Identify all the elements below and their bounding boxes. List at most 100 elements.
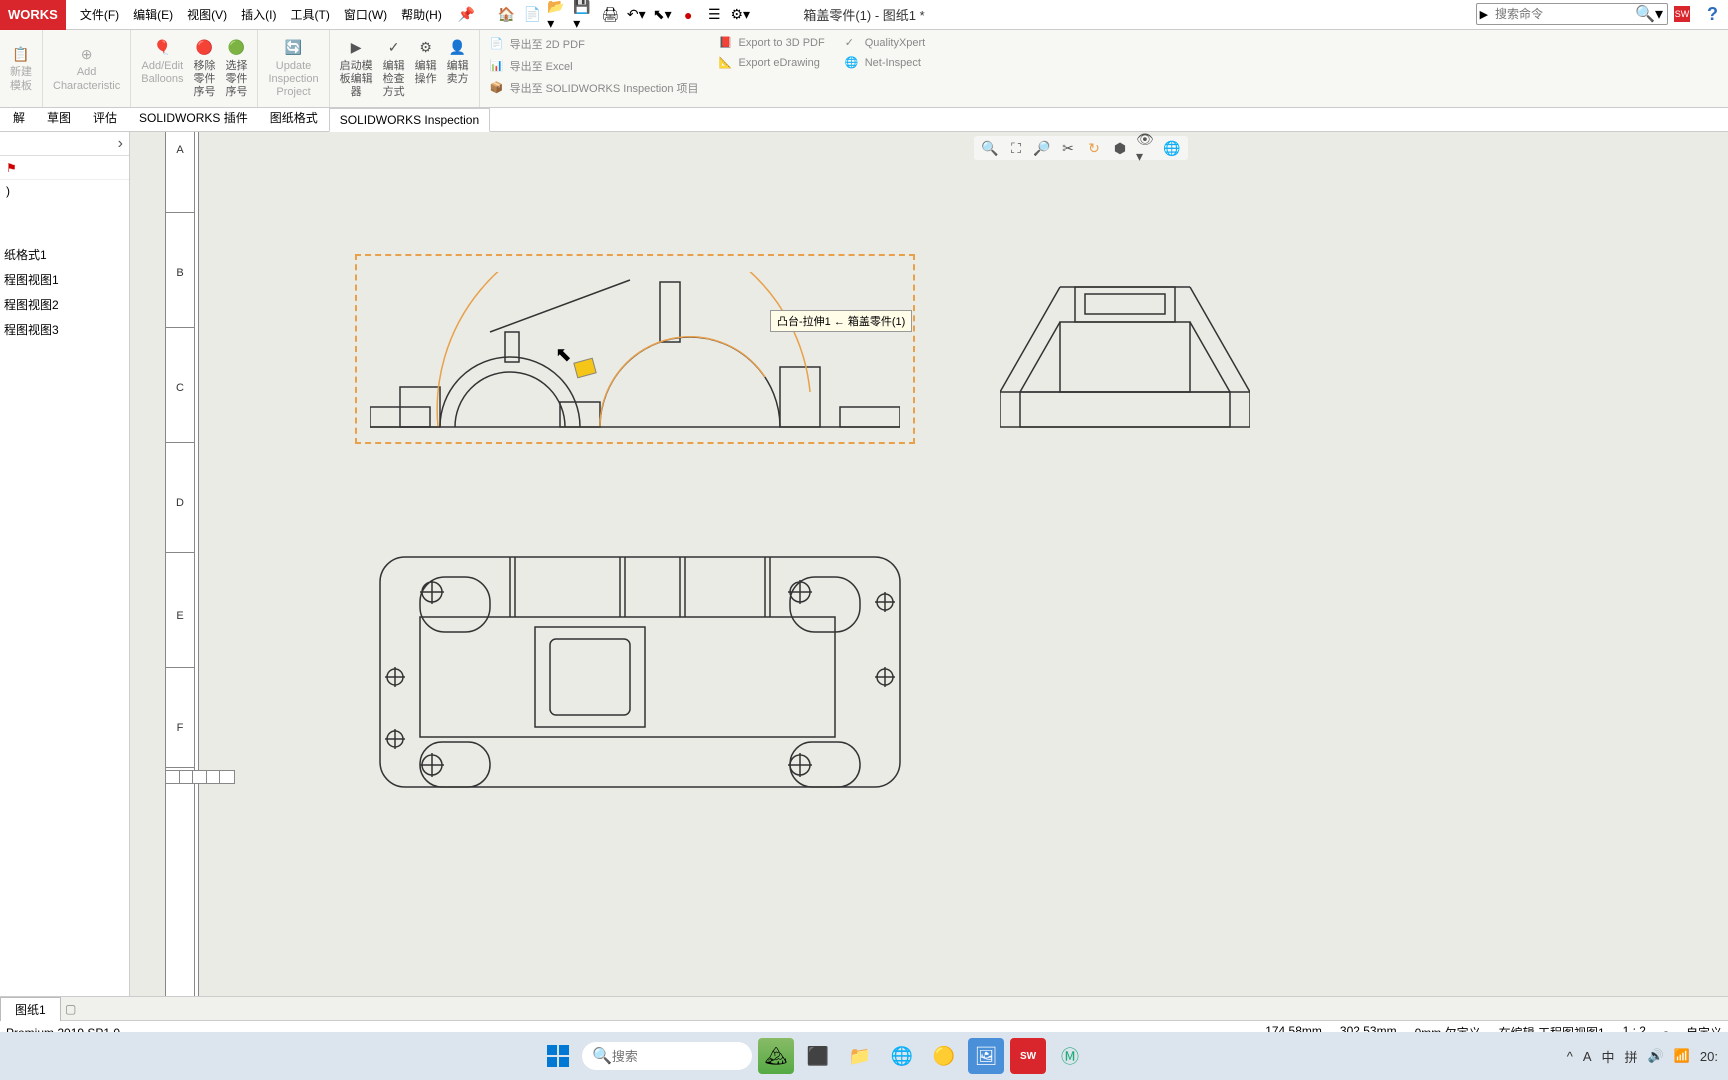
select-seq-button[interactable]: 🟢 选择 零件 序号 bbox=[221, 36, 251, 102]
appearance-icon[interactable]: 🌐 bbox=[1162, 138, 1182, 158]
add-char-label: Add Characteristic bbox=[53, 66, 120, 92]
search-icon[interactable]: 🔍▾ bbox=[1631, 4, 1667, 24]
launch-editor-button[interactable]: ▶ 启动模 板编辑 器 bbox=[336, 36, 377, 102]
zoom-prev-icon[interactable]: 🔎 bbox=[1032, 138, 1052, 158]
tray-ime-a[interactable]: A bbox=[1583, 1049, 1592, 1064]
section-icon[interactable]: ✂ bbox=[1058, 138, 1078, 158]
remove-seq-icon: 🔴 bbox=[194, 38, 214, 58]
menu-window[interactable]: 窗口(W) bbox=[338, 2, 393, 27]
menu-view[interactable]: 视图(V) bbox=[181, 2, 233, 27]
tab-annotate[interactable]: 解 bbox=[2, 104, 36, 131]
help-icon[interactable]: ? bbox=[1707, 4, 1718, 25]
menu-edit[interactable]: 编辑(E) bbox=[127, 2, 179, 27]
undo-icon[interactable]: ↶▾ bbox=[625, 4, 647, 26]
new-template-icon: 📋 bbox=[11, 44, 31, 64]
tab-sketch[interactable]: 草图 bbox=[36, 104, 82, 131]
zoom-fit-icon[interactable]: 🔍 bbox=[980, 138, 1000, 158]
qx-icon: ✓ bbox=[845, 36, 859, 50]
pin-icon[interactable]: 📌 bbox=[458, 6, 475, 23]
tab-inspection[interactable]: SOLIDWORKS Inspection bbox=[329, 108, 490, 132]
search-input[interactable] bbox=[1491, 5, 1631, 23]
select-seq-icon: 🟢 bbox=[226, 38, 246, 58]
export-2dpdf-label: 导出至 2D PDF bbox=[510, 36, 585, 52]
select-seq-label: 选择 零件 序号 bbox=[225, 60, 247, 100]
settings-icon[interactable]: ⚙▾ bbox=[729, 4, 751, 26]
zone-label-a: A bbox=[165, 144, 195, 156]
flag-icon[interactable]: ⚑ bbox=[6, 161, 17, 175]
save-icon[interactable]: 💾▾ bbox=[573, 4, 595, 26]
new-template-button[interactable]: 📋 新建 模板 bbox=[6, 42, 36, 94]
sheet-tab-1[interactable]: 图纸1 bbox=[0, 997, 61, 1021]
export-3dpdf-button[interactable]: 📕Export to 3D PDF bbox=[717, 34, 827, 52]
edrw-icon: 📐 bbox=[719, 56, 733, 70]
drawing-view-top[interactable] bbox=[370, 547, 910, 797]
panel-expand-icon[interactable]: › bbox=[118, 135, 123, 153]
export-2dpdf-button[interactable]: 📄导出至 2D PDF bbox=[488, 34, 701, 54]
export-swi-button[interactable]: 📦导出至 SOLIDWORKS Inspection 项目 bbox=[488, 78, 701, 98]
export-edrawing-button[interactable]: 📐 Export eDrawing bbox=[717, 54, 827, 72]
add-characteristic-button[interactable]: ⊕ Add Characteristic bbox=[49, 42, 124, 94]
drawing-view-front[interactable] bbox=[370, 272, 900, 437]
netinspect-button[interactable]: 🌐Net-Inspect bbox=[843, 54, 928, 72]
system-tray[interactable]: ^ A 中 拼 🔊 📶 20: bbox=[1567, 1047, 1718, 1066]
taskbar-solidworks[interactable]: SW bbox=[1010, 1038, 1046, 1074]
tray-network-icon[interactable]: 📶 bbox=[1674, 1048, 1690, 1064]
edit-seller-button[interactable]: 👤 编辑 卖方 bbox=[443, 36, 473, 102]
edit-op-button[interactable]: ⚙ 编辑 操作 bbox=[411, 36, 441, 102]
export-excel-button[interactable]: 📊导出至 Excel bbox=[488, 56, 701, 76]
tree-view2[interactable]: 程图视图2 bbox=[0, 292, 129, 317]
menu-insert[interactable]: 插入(I) bbox=[235, 2, 282, 27]
rotate-icon[interactable]: ↻ bbox=[1084, 138, 1104, 158]
tray-volume-icon[interactable]: 🔊 bbox=[1648, 1048, 1664, 1064]
tree-view3[interactable]: 程图视图3 bbox=[0, 317, 129, 342]
rebuild-icon[interactable]: ● bbox=[677, 4, 699, 26]
display-icon[interactable]: ⬢ bbox=[1110, 138, 1130, 158]
menu-tools[interactable]: 工具(T) bbox=[285, 2, 336, 27]
tray-ime-pin[interactable]: 拼 bbox=[1625, 1047, 1638, 1066]
tray-ime-zh[interactable]: 中 bbox=[1602, 1047, 1615, 1066]
taskbar-edge[interactable]: 🌐 bbox=[884, 1038, 920, 1074]
edit-check-button[interactable]: ✓ 编辑 检查 方式 bbox=[379, 36, 409, 102]
drawing-canvas[interactable]: A B C D E F 🔍 ⛶ 🔎 ✂ ↻ ⬢ 👁▾ 🌐 bbox=[130, 132, 1728, 996]
options-icon[interactable]: ☰ bbox=[703, 4, 725, 26]
hide-show-icon[interactable]: 👁▾ bbox=[1136, 138, 1156, 158]
taskbar-widget[interactable]: 🏔 bbox=[758, 1038, 794, 1074]
view-toolbar: 🔍 ⛶ 🔎 ✂ ↻ ⬢ 👁▾ 🌐 bbox=[974, 136, 1188, 160]
update-project-button[interactable]: 🔄 Update Inspection Project bbox=[264, 36, 322, 102]
tab-sheetformat[interactable]: 图纸格式 bbox=[259, 104, 329, 131]
select-icon[interactable]: ⬉▾ bbox=[651, 4, 673, 26]
new-doc-icon[interactable]: 📄 bbox=[521, 4, 543, 26]
export-edrawing-label: Export eDrawing bbox=[739, 57, 820, 69]
taskbar-search-input[interactable] bbox=[612, 1049, 732, 1064]
tab-evaluate[interactable]: 评估 bbox=[82, 104, 128, 131]
taskbar-chrome[interactable]: 🟡 bbox=[926, 1038, 962, 1074]
tab-addins[interactable]: SOLIDWORKS 插件 bbox=[128, 104, 259, 131]
open-icon[interactable]: 📂▾ bbox=[547, 4, 569, 26]
home-icon[interactable]: 🏠 bbox=[495, 4, 517, 26]
taskbar-app1[interactable]: 🖼 bbox=[968, 1038, 1004, 1074]
tray-chevron-icon[interactable]: ^ bbox=[1567, 1049, 1573, 1064]
remove-seq-button[interactable]: 🔴 移除 零件 序号 bbox=[189, 36, 219, 102]
zoom-area-icon[interactable]: ⛶ bbox=[1006, 138, 1026, 158]
balloon-icon: 🎈 bbox=[152, 38, 172, 58]
addedit-balloons-button[interactable]: 🎈 Add/Edit Balloons bbox=[137, 36, 187, 102]
print-icon[interactable]: 🖨 bbox=[599, 4, 621, 26]
app-logo: WORKS bbox=[0, 0, 66, 30]
command-search[interactable]: ▶ 🔍▾ bbox=[1476, 3, 1668, 25]
add-sheet-button[interactable]: ▢ bbox=[61, 1002, 81, 1016]
tree-sheetformat[interactable]: 纸格式1 bbox=[0, 242, 129, 267]
menu-help[interactable]: 帮助(H) bbox=[395, 2, 448, 27]
taskbar-taskview[interactable]: ⬛ bbox=[800, 1038, 836, 1074]
start-button[interactable] bbox=[540, 1038, 576, 1074]
tray-clock[interactable]: 20: bbox=[1700, 1049, 1718, 1064]
qualityxpert-button[interactable]: ✓QualityXpert bbox=[843, 34, 928, 52]
tree-root[interactable]: ) bbox=[0, 180, 129, 202]
tree-view1[interactable]: 程图视图1 bbox=[0, 267, 129, 292]
taskbar-search[interactable]: 🔍 bbox=[582, 1042, 752, 1070]
taskbar-explorer[interactable]: 📁 bbox=[842, 1038, 878, 1074]
drawing-view-side[interactable] bbox=[1000, 272, 1250, 432]
zone-label-f: F bbox=[165, 722, 195, 734]
taskbar-app2[interactable]: Ⓜ bbox=[1052, 1038, 1088, 1074]
menu-file[interactable]: 文件(F) bbox=[74, 2, 125, 27]
edit-sell-icon: 👤 bbox=[448, 38, 468, 58]
